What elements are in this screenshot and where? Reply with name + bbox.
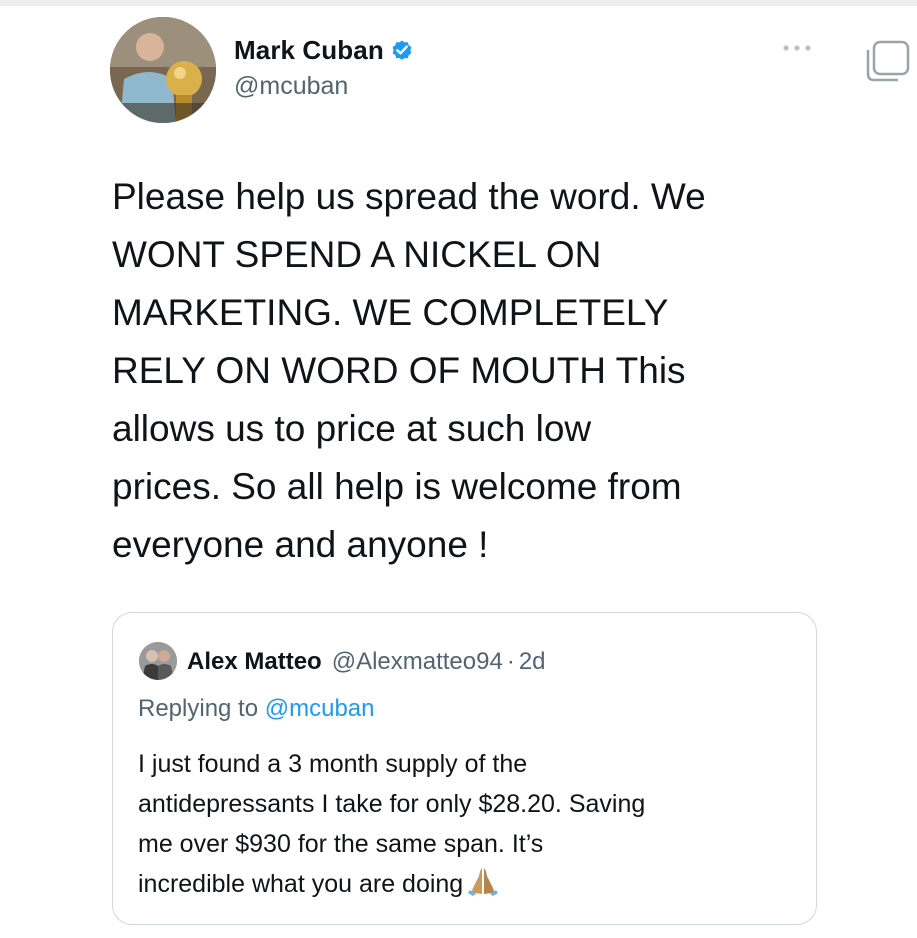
replying-to-label: Replying to — [138, 695, 265, 722]
tweet: Mark Cuban @mcuban Please help us spread… — [0, 0, 917, 938]
replying-to-line: Replying to @mcuban — [138, 695, 375, 723]
author-name-row: Mark Cuban — [234, 32, 414, 68]
avatar-photo-icon — [139, 642, 177, 680]
quoted-header: Alex Matteo @Alexmatteo94 · 2d — [187, 645, 546, 679]
quoted-handle[interactable]: @Alexmatteo94 — [332, 648, 503, 676]
verified-badge-icon — [392, 40, 412, 60]
author-handle[interactable]: @mcuban — [234, 72, 348, 101]
quoted-tweet-text: I just found a 3 month supply of the ant… — [138, 744, 798, 904]
tweet-text: Please help us spread the word. We WONT … — [112, 176, 706, 565]
quoted-display-name[interactable]: Alex Matteo — [187, 648, 322, 676]
author-display-name[interactable]: Mark Cuban — [234, 35, 384, 66]
folded-hands-emoji-icon — [468, 868, 499, 896]
quoted-author-avatar[interactable] — [139, 642, 177, 680]
quoted-timestamp[interactable]: 2d — [519, 648, 546, 676]
replying-to-mention[interactable]: @mcuban — [265, 695, 375, 722]
copy-icon[interactable] — [862, 40, 912, 82]
avatar-photo-icon — [110, 17, 216, 123]
author-avatar[interactable] — [110, 17, 216, 123]
separator-dot: · — [506, 648, 515, 675]
quoted-tweet-card[interactable]: Alex Matteo @Alexmatteo94 · 2d Replying … — [112, 612, 817, 925]
quoted-text-body: I just found a 3 month supply of the ant… — [138, 750, 646, 898]
ellipsis-icon[interactable] — [779, 40, 815, 56]
